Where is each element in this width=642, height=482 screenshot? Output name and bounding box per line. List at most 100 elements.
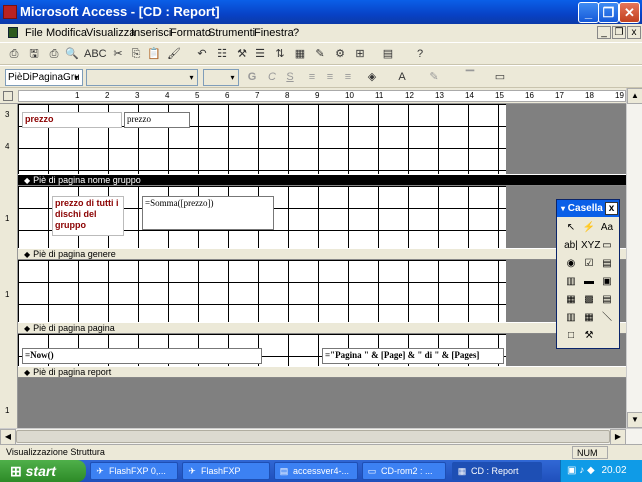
page-number-textbox[interactable]: ="Pagina " & [Page] & " di " & [Pages] (322, 348, 504, 364)
listbox-tool-icon[interactable]: ▥ (563, 274, 579, 290)
object-combo[interactable]: PièDiPaginaGru ▾ (5, 69, 83, 86)
restore-button[interactable]: ❐ (598, 2, 619, 23)
unbound-object-tool-icon[interactable]: ▦ (563, 292, 579, 308)
horizontal-scrollbar[interactable]: ◀ ▶ (0, 428, 642, 445)
font-combo[interactable]: ▾ (86, 69, 198, 86)
toolbox-menu-icon[interactable]: ▾ (561, 204, 565, 213)
start-button[interactable]: ⊞ start (0, 460, 86, 482)
scroll-left-icon[interactable]: ◀ (0, 429, 16, 445)
option-button-tool-icon[interactable]: ◉ (563, 256, 579, 272)
checkbox-tool-icon[interactable]: ☑ (581, 256, 597, 272)
tray-app-icon[interactable]: ◆ (587, 465, 595, 476)
task-accessver4[interactable]: ▤ accessver4-... (274, 462, 358, 480)
menu-file[interactable]: File (25, 27, 43, 39)
section-grid[interactable] (18, 260, 506, 322)
access-app-icon[interactable] (3, 5, 17, 19)
menu-modifica[interactable]: Modifica (46, 27, 87, 39)
special-effect-icon[interactable]: ▭ (492, 69, 508, 85)
textbox-tool-icon[interactable]: ab| (563, 238, 579, 254)
undo-icon[interactable]: ↶ (194, 46, 210, 62)
toggle-tool-icon[interactable]: ▭ (599, 238, 615, 254)
font-size-combo[interactable]: ▾ (203, 69, 239, 86)
somma-textbox[interactable]: =Somma([prezzo]) (142, 196, 274, 230)
band-group-footer[interactable]: ◆ Piè di pagina nome gruppo (18, 174, 626, 186)
menu-finestra[interactable]: Finestra (254, 27, 294, 39)
menu-help[interactable]: ? (293, 27, 299, 39)
select-tool-icon[interactable]: ↖ (563, 220, 579, 236)
label-tool-icon[interactable]: Aa (599, 220, 615, 236)
document-icon[interactable] (8, 27, 18, 38)
close-button[interactable]: ✕ (619, 2, 640, 23)
paste-icon[interactable]: 📋 (146, 46, 162, 62)
minimize-button[interactable]: _ (578, 2, 599, 23)
task-flashfxp-2[interactable]: ✈ FlashFXP (182, 462, 270, 480)
mdi-minimize-button[interactable]: _ (597, 26, 611, 39)
underline-button[interactable]: S (282, 69, 298, 85)
prezzo-label[interactable]: prezzo (22, 112, 122, 128)
bound-object-tool-icon[interactable]: ▩ (581, 292, 597, 308)
option-group-tool-icon[interactable]: XYZ (581, 238, 600, 254)
font-color-icon[interactable]: A (394, 69, 410, 85)
format-painter-icon[interactable]: 🖌 (166, 46, 182, 62)
italic-button[interactable]: C (264, 69, 280, 85)
tray-volume-icon[interactable]: ♪ (579, 465, 584, 476)
task-cdrom2[interactable]: ▭ CD-rom2 : ... (362, 462, 446, 480)
vertical-scrollbar[interactable]: ▲ ▼ (626, 88, 642, 428)
copy-icon[interactable]: ⎘ (128, 46, 144, 62)
task-flashfxp-1[interactable]: ✈ FlashFXP 0,... (90, 462, 178, 480)
properties-icon[interactable]: ⚒ (234, 46, 250, 62)
line-tool-icon[interactable]: ＼ (599, 310, 615, 326)
print-icon[interactable]: ⎙ (46, 46, 62, 62)
build-icon[interactable]: ⚙ (332, 46, 348, 62)
image-tool-icon[interactable]: ▣ (599, 274, 615, 290)
line-color-icon[interactable]: ✎ (426, 69, 442, 85)
report-selector[interactable] (3, 91, 13, 101)
mdi-close-button[interactable]: x (627, 26, 641, 39)
band-genere-footer[interactable]: ◆ Piè di pagina genere (18, 248, 626, 260)
align-center-icon[interactable]: ≡ (322, 69, 338, 85)
align-right-icon[interactable]: ≡ (340, 69, 356, 85)
toolbox-window[interactable]: ▾ Casella x ↖ ⚡ Aa ab| XYZ ▭ ◉ ☑ ▤ ▥ ▬ ▣ ▦ ▩ ▤ ▥ ▦ ＼ □ ⚒ (556, 199, 620, 349)
scroll-down-icon[interactable]: ▼ (627, 412, 642, 428)
now-textbox[interactable]: =Now() (22, 348, 262, 364)
sort-group-icon[interactable]: ⇅ (272, 46, 288, 62)
new-object-icon[interactable]: ▤ (380, 46, 396, 62)
chevron-down-icon[interactable]: ▾ (227, 70, 238, 85)
menu-formato[interactable]: Formato (170, 27, 211, 39)
scroll-up-icon[interactable]: ▲ (627, 88, 642, 104)
cut-icon[interactable]: ✂ (110, 46, 126, 62)
view-icon[interactable]: ⎙ (6, 46, 22, 62)
preview-icon[interactable]: 🔍 (64, 46, 80, 62)
line-width-icon[interactable]: ▔ (462, 69, 478, 85)
scroll-right-icon[interactable]: ▶ (610, 429, 626, 445)
totale-label[interactable]: prezzo di tutti i dischi del gruppo (52, 196, 124, 236)
command-button-tool-icon[interactable]: ▬ (581, 274, 597, 290)
horizontal-scroll-thumb[interactable] (16, 430, 610, 443)
toolbox-close-button[interactable]: x (605, 202, 618, 215)
band-report-footer[interactable]: ◆ Piè di pagina report (18, 366, 626, 378)
align-left-icon[interactable]: ≡ (304, 69, 320, 85)
task-cd-report[interactable]: ▦ CD : Report (452, 462, 542, 480)
combobox-tool-icon[interactable]: ▤ (599, 256, 615, 272)
wizard-tool-icon[interactable]: ⚡ (581, 220, 597, 236)
rectangle-tool-icon[interactable]: □ (563, 328, 579, 344)
mdi-restore-button[interactable]: ❐ (612, 26, 626, 39)
menu-visualizza[interactable]: Visualizza (86, 27, 135, 39)
fill-color-icon[interactable]: ◈ (364, 69, 380, 85)
code-icon[interactable]: ✎ (312, 46, 328, 62)
report-design-surface[interactable]: prezzo prezzo ◆ Piè di pagina nome gruppo… (18, 104, 626, 428)
database-window-icon[interactable]: ⊞ (352, 46, 368, 62)
bold-button[interactable]: G (244, 69, 260, 85)
autoformat-icon[interactable]: ▦ (292, 46, 308, 62)
tray-network-icon[interactable]: ▣ (567, 465, 576, 476)
tab-control-tool-icon[interactable]: ▥ (563, 310, 579, 326)
menu-strumenti[interactable]: Strumenti (208, 27, 255, 39)
more-controls-tool-icon[interactable]: ⚒ (581, 328, 597, 344)
menu-inserisci[interactable]: Inserisci (131, 27, 171, 39)
chevron-down-icon[interactable]: ▾ (71, 70, 82, 85)
chevron-down-icon[interactable]: ▾ (186, 70, 197, 85)
page-break-tool-icon[interactable]: ▤ (599, 292, 615, 308)
prezzo-textbox[interactable]: prezzo (124, 112, 190, 128)
subreport-tool-icon[interactable]: ▦ (581, 310, 597, 326)
band-page-footer[interactable]: ◆ Piè di pagina pagina (18, 322, 626, 334)
